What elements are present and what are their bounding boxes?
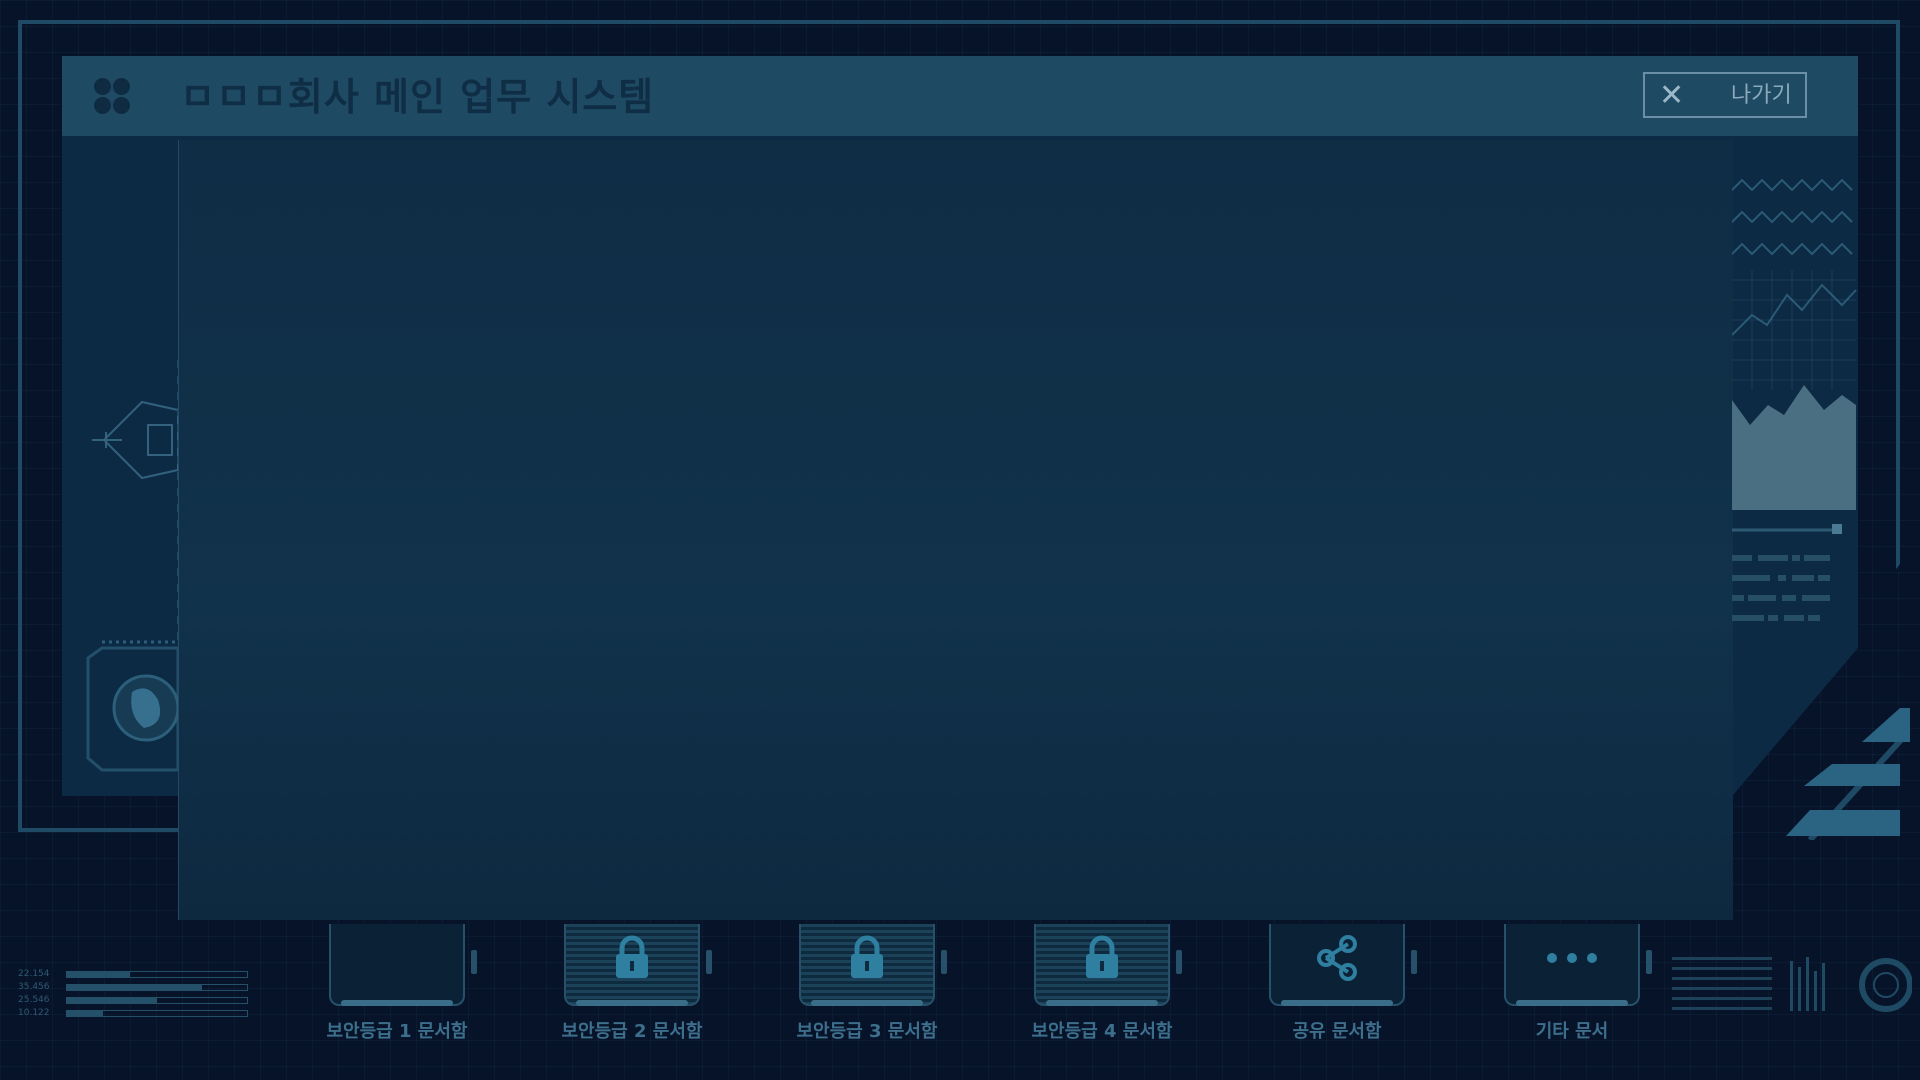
stat-row: 10.122: [18, 1008, 258, 1019]
folder-icon-frame: [1504, 924, 1652, 1006]
folder-icon-frame: [564, 924, 712, 1006]
folder-label: 공유 문서함: [1292, 1021, 1382, 1042]
more-icon: [1547, 953, 1597, 963]
stat-block: 22.154 35.456 25.546 10.122: [18, 969, 258, 1026]
share-icon: [1317, 935, 1357, 981]
corner-stripes: [1786, 708, 1910, 840]
exit-button[interactable]: ✕ 나가기: [1643, 72, 1807, 118]
spaceship-icon: [92, 400, 178, 480]
stat-value: 25.546: [18, 995, 50, 1005]
lock-icon: [616, 935, 648, 978]
left-decoration: [86, 360, 178, 772]
folder-label: 보안등급 2 문서함: [561, 1021, 703, 1042]
folder-icon-frame: [799, 924, 947, 1006]
lock-icon: [1086, 935, 1118, 978]
folder-shared[interactable]: 공유 문서함: [1237, 910, 1437, 1060]
lock-icon: [851, 935, 883, 978]
close-icon: ✕: [1659, 78, 1685, 113]
stat-bar-fill: [67, 985, 202, 990]
logo-icon: [92, 76, 134, 118]
stat-row: 25.546: [18, 995, 258, 1006]
stat-bar: [66, 971, 248, 978]
folder-security-2[interactable]: 보안등급 2 문서함: [532, 910, 732, 1060]
globe-icon: [86, 640, 178, 772]
folder-other[interactable]: 기타 문서: [1472, 910, 1672, 1060]
folder-bar: 보안등급 1 문서함 보안등급 2 문서함 보안등급 3 문서함 보안등급 4 …: [0, 910, 1920, 1060]
folder-icon-frame: [1034, 924, 1182, 1006]
app-title: ㅁㅁㅁ회사 메인 업무 시스템: [180, 75, 655, 119]
exit-label: 나가기: [1731, 83, 1792, 108]
content-panel: [178, 140, 1733, 920]
stat-bar-fill: [67, 998, 157, 1003]
folder-label: 기타 문서: [1535, 1021, 1609, 1042]
stat-bar: [66, 997, 248, 1004]
folder-label: 보안등급 4 문서함: [1031, 1021, 1173, 1042]
stat-bar: [66, 1010, 248, 1017]
stat-row: 22.154: [18, 969, 258, 980]
folder-security-4[interactable]: 보안등급 4 문서함: [1002, 910, 1202, 1060]
stat-value: 10.122: [18, 1008, 50, 1018]
stat-row: 35.456: [18, 982, 258, 993]
folder-security-3[interactable]: 보안등급 3 문서함: [767, 910, 967, 1060]
folder-icon-frame: [1269, 924, 1417, 1006]
stat-bar: [66, 984, 248, 991]
stat-bar-fill: [67, 1011, 103, 1016]
folder-label: 보안등급 3 문서함: [796, 1021, 938, 1042]
folder-icon-frame: [329, 924, 477, 1006]
folder-security-1[interactable]: 보안등급 1 문서함: [297, 910, 497, 1060]
right-decoration: [1732, 178, 1857, 621]
folder-label: 보안등급 1 문서함: [326, 1021, 468, 1042]
stat-value: 22.154: [18, 969, 50, 979]
stat-value: 35.456: [18, 982, 50, 992]
stat-bar-fill: [67, 972, 130, 977]
bottom-right-decoration: [1672, 957, 1912, 1012]
area-graph: [1732, 385, 1856, 510]
